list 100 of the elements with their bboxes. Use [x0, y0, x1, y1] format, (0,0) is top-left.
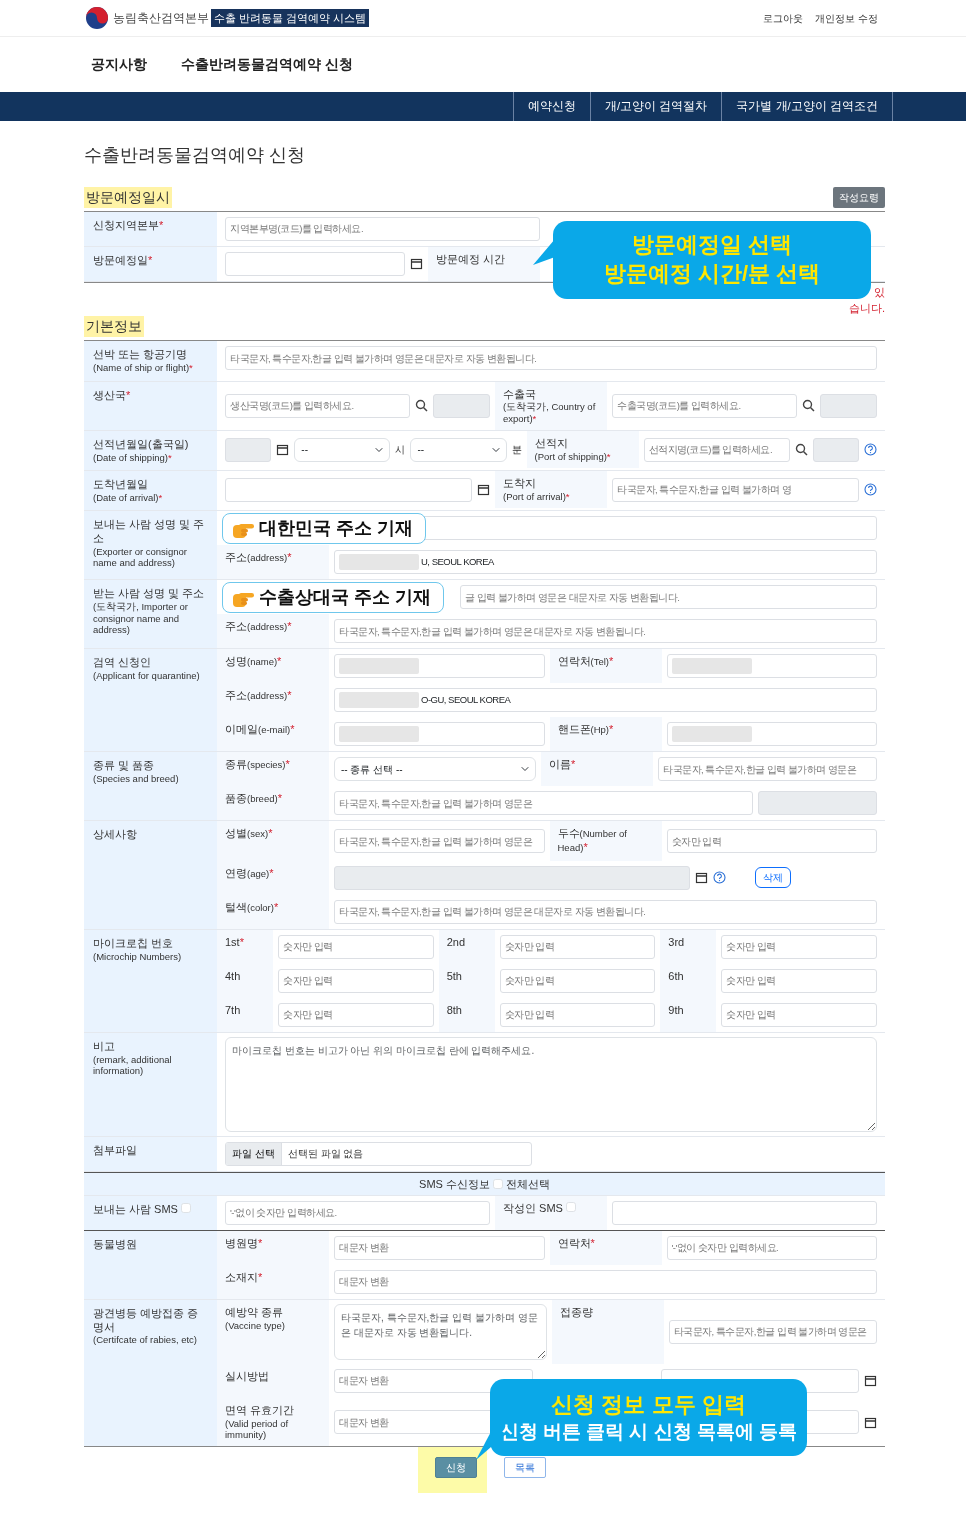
field-label: 병원명* — [225, 1236, 263, 1251]
input-field[interactable]: 타국문자, 특수문자,한글 입력 불가하며 영 — [612, 477, 859, 502]
org-name: 농림축산검역본부 — [113, 10, 209, 27]
field-label: 도착지 (Port of arrival)* — [503, 477, 570, 503]
input-field[interactable]: 숫자만 입력 — [499, 968, 656, 993]
field-label: 2nd — [446, 935, 466, 950]
field-label: 주소(address)* — [225, 689, 292, 704]
calendar-icon[interactable] — [477, 483, 490, 497]
input-field[interactable]: 숫자만 입력 — [278, 968, 434, 993]
field-label: 방문예정일* — [93, 253, 153, 268]
input-field[interactable]: 대문자 변환 — [334, 1368, 533, 1393]
input-field[interactable] — [666, 722, 877, 747]
field-label: 이름* — [549, 758, 576, 773]
list-button[interactable]: 목록 — [503, 1457, 546, 1479]
calendar-icon[interactable] — [276, 443, 290, 457]
input-field[interactable]: 타국문자, 특수문자,한글 입력 불가하며 영문은 — [658, 757, 877, 782]
input-field[interactable]: 글 입력 불가하며 영문은 대문자로 자동 변환됩니다. — [460, 585, 877, 610]
input-field[interactable]: 타국문자, 특수문자,한글 입력 불가하며 영문은 대문자로 자동 변환됩니다. — [334, 899, 877, 924]
select-field[interactable]: -- — [410, 437, 507, 462]
calendar-icon[interactable] — [410, 257, 423, 271]
field-label: 보내는 사람 SMS — [93, 1202, 178, 1217]
help-icon[interactable] — [864, 483, 877, 497]
input-field[interactable]: 숫자만 입력 — [278, 1002, 434, 1027]
input-field[interactable]: '-'없이 숫자만 입력하세요. — [666, 1235, 877, 1260]
menu-item[interactable]: 국가별 개/고양이 검역조건 — [721, 92, 893, 121]
input-field[interactable]: 생산국명(코드)를 입력하세요. — [225, 393, 411, 418]
nav-link[interactable]: 공지사항 — [91, 54, 147, 75]
submit-button[interactable]: 신청 — [434, 1457, 477, 1479]
input-field[interactable]: 숫자만 입력 — [499, 1002, 656, 1027]
field-label: 9th — [668, 1003, 684, 1018]
input-field[interactable]: O-GU, SEOUL KOREA — [334, 688, 877, 713]
menu-item[interactable]: 개/고양이 검역절차 — [590, 92, 722, 121]
callout-text: 방문예정일 선택 — [631, 231, 793, 259]
input-field[interactable]: 숫자만 입력 — [666, 829, 877, 854]
calendar-icon[interactable] — [864, 1374, 877, 1388]
input-field[interactable]: 숫자만 입력 — [721, 934, 877, 959]
field-label: 마이크로칩 번호 (Microchip Numbers) — [93, 936, 182, 963]
logo-icon[interactable] — [85, 6, 109, 30]
input-field[interactable] — [612, 1200, 877, 1225]
search-icon[interactable] — [802, 399, 816, 413]
field-label: 품종(breed)* — [225, 792, 282, 807]
checkbox[interactable] — [492, 1178, 503, 1189]
input-field[interactable]: 대문자 변환 — [334, 1269, 877, 1294]
input-field[interactable] — [334, 722, 545, 747]
section-title: 기본정보 — [84, 316, 144, 338]
input-field[interactable] — [666, 654, 877, 679]
input-field[interactable]: 숫자만 입력 — [721, 1002, 877, 1027]
field-label: 성명(name)* — [225, 655, 282, 670]
select-field[interactable]: -- — [294, 437, 391, 462]
input-field[interactable]: 타국문자, 특수문자,한글 입력 불가하며 영문은 대문자로 자동 변환됩니다. — [225, 346, 877, 371]
nav-link[interactable]: 수출반려동물검역예약 신청 — [181, 54, 353, 75]
text-area[interactable]: 마이크로칩 번호는 비고가 아닌 위의 마이크로칩 란에 입력해주세요. — [225, 1036, 877, 1132]
input-field[interactable]: 타국문자, 특수문자,한글 입력 불가하며 영문은 대문자로 자동 변환됩니다. — [334, 619, 877, 644]
help-icon[interactable] — [864, 443, 877, 457]
guide-button[interactable]: 작성요령 — [833, 186, 885, 208]
file-button[interactable]: 파일 선택 — [226, 1142, 282, 1165]
input-field[interactable] — [334, 654, 545, 679]
input-field — [433, 393, 490, 418]
help-icon[interactable] — [712, 871, 726, 885]
input-field[interactable]: 숫자만 입력 — [499, 934, 656, 959]
input-field[interactable]: U, SEOUL KOREA — [334, 550, 877, 575]
input-field[interactable] — [225, 477, 472, 502]
input-field[interactable]: 선적지명(코드)를 입력하세요. — [643, 437, 790, 462]
input-field[interactable]: 숫자만 입력 — [278, 934, 434, 959]
input-field[interactable]: 수출국명(코드)를 입력하세요. — [612, 393, 798, 418]
calendar-icon[interactable] — [694, 871, 708, 885]
callout-text: 수출상대국 주소 기재 — [259, 586, 431, 610]
checkbox[interactable] — [180, 1202, 191, 1213]
field-label: 신청지역본부* — [93, 218, 164, 233]
search-icon[interactable] — [794, 443, 808, 457]
calendar-icon[interactable] — [864, 1415, 877, 1429]
field-label: 방문예정 시간 — [436, 252, 506, 267]
input-field[interactable]: 타국문자, 특수문자,한글 입력 불가하며 영문은 — [668, 1319, 877, 1344]
field-label: 주소(address)* — [225, 551, 292, 566]
menu-item[interactable]: 예약신청 — [513, 92, 590, 121]
input-field[interactable]: 지역본부명(코드)를 입력하세요. — [225, 216, 540, 241]
input-field[interactable]: 타국문자, 특수문자,한글 입력 불가하며 영문은 — [334, 829, 545, 854]
search-icon[interactable] — [415, 399, 429, 413]
field-label: 연령(age)* — [225, 866, 274, 881]
banner-title: SMS 수신정보 — [419, 1176, 490, 1192]
input-field[interactable] — [225, 251, 405, 276]
field-label: 3rd — [668, 935, 685, 950]
field-label: 연락처(Tel)* — [557, 655, 614, 670]
field-label: 소재지* — [225, 1270, 263, 1285]
header-link[interactable]: 로그아웃 — [763, 10, 804, 26]
input-field[interactable]: 숫자만 입력 — [721, 968, 877, 993]
field-label: 실시방법 — [225, 1369, 269, 1384]
delete-button[interactable]: 삭제 — [754, 867, 791, 889]
select-field[interactable]: -- 종류 선택 -- — [334, 757, 537, 782]
checkbox[interactable] — [565, 1201, 576, 1212]
field-label: 동물병원 — [93, 1237, 137, 1252]
input-field[interactable]: 대문자 변환 — [334, 1235, 545, 1260]
input-field[interactable]: 타국문자, 특수문자,한글 입력 불가하며 영문은 — [334, 791, 753, 816]
file-input[interactable]: 파일 선택 선택된 파일 없음 — [225, 1141, 532, 1166]
header-link[interactable]: 개인정보 수정 — [815, 10, 878, 26]
field-label: 선적지 (Port of shipping)* — [534, 437, 611, 463]
input-field[interactable]: '-'없이 숫자만 입력하세요. — [225, 1200, 490, 1225]
text-area[interactable]: 타국문자, 특수문자,한글 입력 불가하며 영문은 대문자로 자동 변환됩니다. — [334, 1303, 547, 1360]
field-label: 5th — [446, 969, 462, 984]
field-label: 선박 또는 항공기명 (Name of ship or flight)* — [93, 348, 193, 374]
